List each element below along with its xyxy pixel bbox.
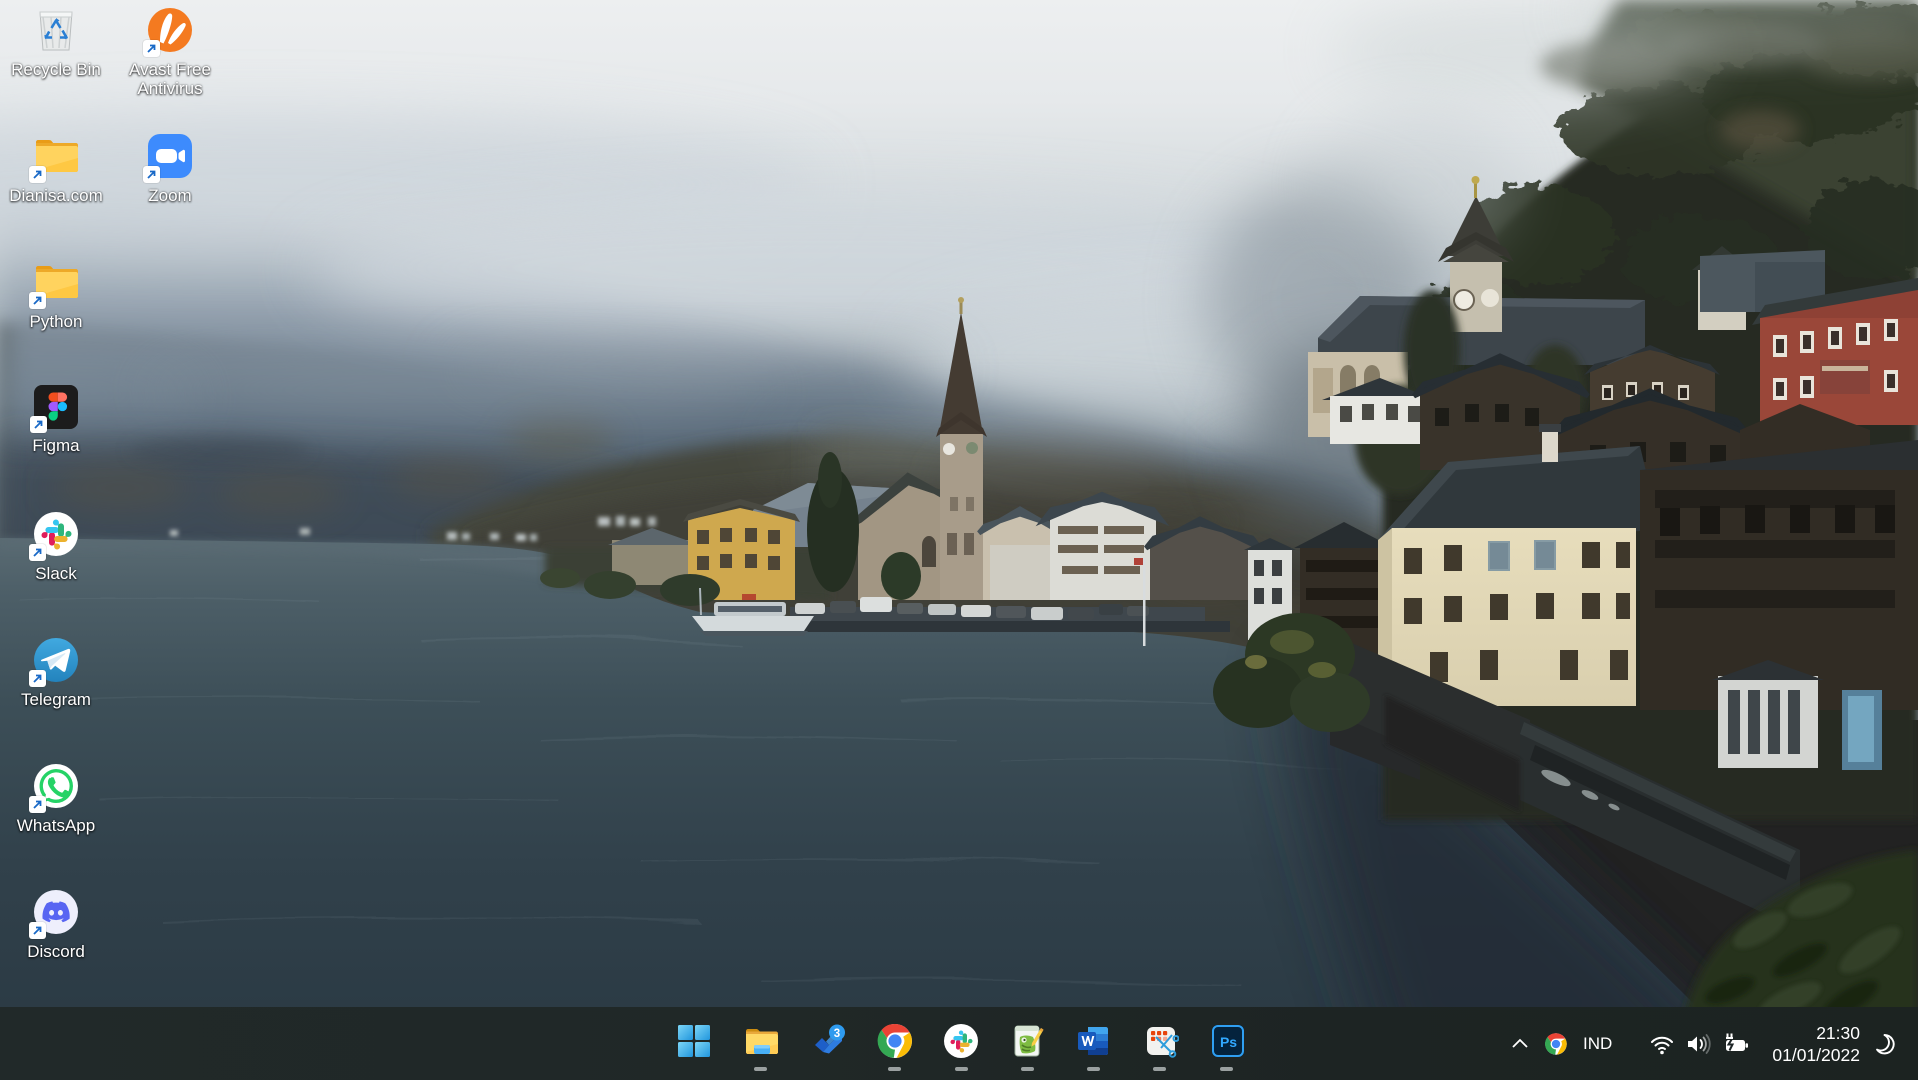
svg-text:3: 3 — [834, 1028, 840, 1040]
svg-text:Ps: Ps — [1220, 1034, 1237, 1050]
